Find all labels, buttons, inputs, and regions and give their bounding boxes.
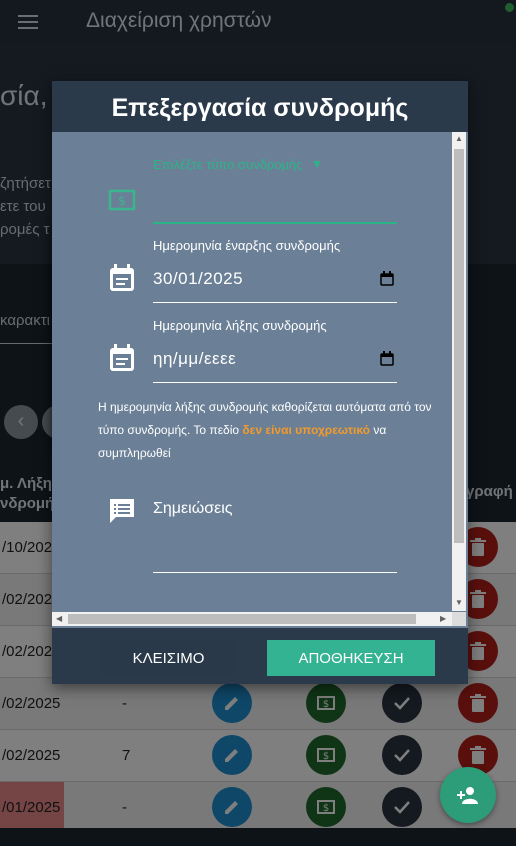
calendar-picker-icon[interactable] [380,271,394,286]
modal-title: Επεξεργασία συνδρομής [52,81,468,132]
add-user-button[interactable] [440,767,496,823]
start-date-label: Ημερομηνία έναρξης συνδρομής [153,238,341,253]
scroll-corner [452,612,466,626]
end-date-note: Η ημερομηνία λήξης συνδρομής καθορίζεται… [98,400,432,460]
end-date-label: Ημερομηνία λήξης συνδρομής [153,318,327,333]
scroll-left-arrow[interactable]: ◀ [56,614,62,623]
end-date-underline [153,382,397,383]
horizontal-scroll-thumb[interactable] [68,614,416,624]
svg-text:$: $ [118,194,126,208]
notes-textarea[interactable] [153,572,397,573]
save-button[interactable]: ΑΠΟΘΗΚΕΥΣΗ [267,640,435,676]
calendar-icon [110,344,134,371]
scroll-up-arrow[interactable]: ▲ [455,134,463,143]
close-button[interactable]: ΚΛΕΙΣΙΜΟ [100,640,237,676]
subscription-type-select[interactable] [153,222,397,224]
chevron-down-icon[interactable]: ▼ [311,157,323,171]
calendar-icon [110,264,134,291]
scroll-right-arrow[interactable]: ▶ [440,614,446,623]
money-icon: $ [108,189,136,211]
optional-highlight: δεν είναι υποχρεωτικό [242,423,371,437]
add-user-icon [457,787,478,804]
start-date-input[interactable]: 30/01/2025 [153,269,243,289]
calendar-picker-icon[interactable] [380,351,394,366]
start-date-underline [153,302,397,303]
subscription-type-label[interactable]: Επιλέξτε τύπο συνδρομής [153,157,303,172]
edit-subscription-modal: Επεξεργασία συνδρομής $ Επιλέξτε τύπο συ… [52,81,468,684]
modal-body: $ Επιλέξτε τύπο συνδρομής ▼ Ημερομηνία έ… [52,132,468,628]
notes-label: Σημειώσεις [153,500,233,517]
scroll-down-arrow[interactable]: ▼ [455,598,463,607]
vertical-scroll-thumb[interactable] [454,149,464,543]
end-date-input[interactable]: ηη/μμ/εεεε [153,349,236,369]
notes-icon [110,499,134,523]
